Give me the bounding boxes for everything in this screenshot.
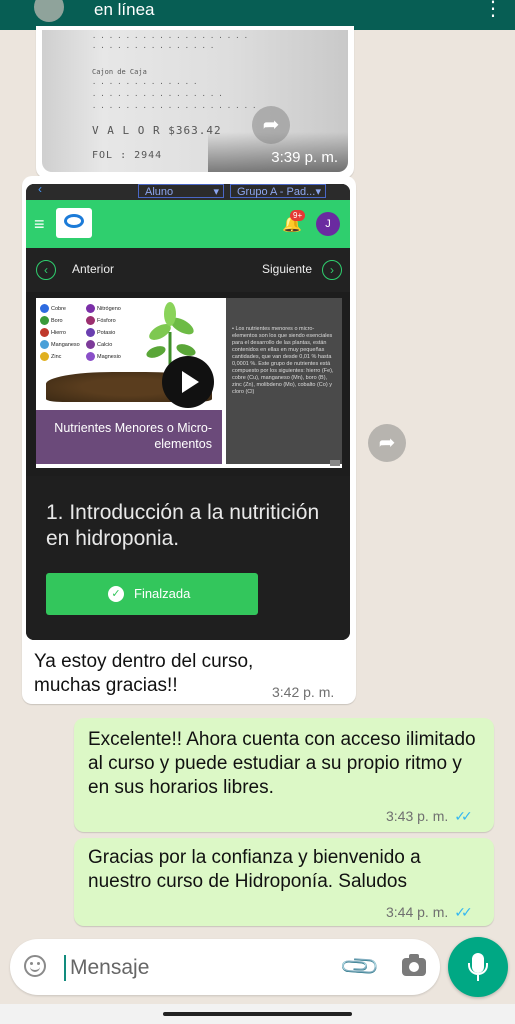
chevron-down-icon: ▾	[213, 186, 219, 198]
receipt-line: V A L O R $363.42	[92, 124, 222, 137]
chevron-right-icon: ›	[322, 260, 342, 280]
element-label: Fósforo	[86, 316, 116, 325]
message-text: Excelente!! Ahora cuenta con acceso ilim…	[88, 729, 476, 798]
mic-stand	[468, 963, 488, 975]
chevron-down-icon: ▾	[315, 186, 321, 198]
mic-button[interactable]	[448, 937, 508, 997]
system-nav-bar	[0, 1004, 515, 1024]
message-time: 3:44 p. m. ✓✓	[386, 904, 473, 921]
element-label: Cobre	[40, 304, 66, 313]
mic-leg	[477, 975, 479, 981]
message-text: Gracias por la confianza y bienvenido a …	[88, 847, 421, 892]
dropdown-label: Grupo A - Pad...	[237, 186, 316, 198]
slide-title: Nutrientes Menores o Micro-elementos	[54, 421, 212, 451]
message-text: Ya estoy dentro del curso, muchas gracia…	[34, 651, 254, 696]
message-composer: 📎	[10, 939, 440, 995]
receipt-line: FOL : 2944	[92, 150, 163, 161]
element-dot	[40, 316, 49, 325]
receipt-line: Cajon de Caja	[92, 68, 147, 76]
course-appbar: ≡ 🔔 9+ J	[26, 200, 350, 248]
course-screenshot[interactable]: ‹ Aluno ▾ Grupo A - Pad... ▾ ≡ 🔔 9+ J ‹ An…	[26, 184, 350, 640]
element-label: Nitrógeno	[86, 304, 121, 313]
menu-icon: ≡	[34, 214, 45, 234]
course-dropdown: Aluno ▾	[138, 184, 224, 198]
course-logo	[56, 208, 92, 238]
element-label: Potasio	[86, 328, 115, 337]
receipt-line: · · · · · · · · · · · · ·	[92, 80, 198, 88]
element-label: Hierro	[40, 328, 66, 337]
lesson-card: 1. Introducción a la nutritición en hidr…	[26, 476, 350, 640]
more-icon[interactable]: ⋮	[483, 0, 503, 21]
video-slide: Cobre Nitrógeno Boro Fósforo Hierro Pota…	[36, 298, 342, 468]
outgoing-message-bubble[interactable]: Excelente!! Ahora cuenta con acceso ilim…	[74, 718, 494, 832]
check-icon: ✓	[108, 586, 124, 602]
element-dot	[86, 316, 95, 325]
slide-text: • Los nutrientes menores o micro-element…	[232, 326, 334, 395]
lesson-nav: ‹ Anterior Siguiente ›	[26, 248, 350, 292]
course-topbar: ‹ Aluno ▾ Grupo A - Pad... ▾	[26, 184, 350, 200]
element-dot	[40, 352, 49, 361]
element-label: Manganeso	[40, 340, 80, 349]
dropdown-label: Aluno	[145, 186, 174, 198]
time-label: 3:43 p. m.	[386, 808, 449, 824]
notification-badge: 9+	[290, 210, 306, 221]
user-avatar: J	[316, 212, 340, 236]
element-dot	[86, 352, 95, 361]
course-dropdown: Grupo A - Pad... ▾	[230, 184, 326, 198]
forward-icon[interactable]: ➦	[368, 424, 406, 462]
element-dot	[40, 340, 49, 349]
contact-status: en línea	[94, 0, 155, 19]
completed-button: ✓ Finalzada	[46, 573, 258, 615]
element-label: Boro	[40, 316, 63, 325]
element-dot	[86, 304, 95, 313]
contact-avatar[interactable]	[34, 0, 64, 22]
nav-prev-label: Anterior	[72, 262, 115, 276]
nav-next-label: Siguiente	[262, 262, 313, 276]
element-label: Magnesio	[86, 352, 121, 361]
camera-icon[interactable]	[402, 954, 426, 976]
fullscreen-icon	[330, 460, 340, 466]
chevron-left-icon: ‹	[36, 260, 56, 280]
text-caret	[64, 955, 66, 981]
element-dot	[40, 304, 49, 313]
play-icon[interactable]	[162, 356, 214, 408]
back-icon: ‹	[38, 184, 42, 196]
double-check-icon: ✓✓	[454, 808, 473, 824]
completed-label: Finalzada	[134, 586, 191, 601]
message-time: 3:43 p. m. ✓✓	[386, 808, 473, 825]
slide-text-panel: • Los nutrientes menores o micro-element…	[226, 298, 342, 464]
emoji-icon[interactable]	[24, 955, 46, 977]
message-time: 3:39 p. m.	[271, 149, 338, 166]
attach-icon[interactable]: 📎	[338, 944, 383, 989]
receipt-line: · · · · · · · · · · · · · · · ·	[92, 92, 223, 100]
message-time: 3:42 p. m.	[272, 684, 335, 700]
receipt-line: · · · · · · · · · · · · · · · · · · ·	[92, 34, 248, 42]
time-label: 3:44 p. m.	[386, 904, 449, 920]
element-dot	[86, 328, 95, 337]
home-indicator[interactable]	[163, 1012, 352, 1016]
receipt-line: · · · · · · · · · · · · · · · · · · · ·	[92, 104, 257, 112]
element-label: Calcio	[86, 340, 112, 349]
outgoing-message-bubble[interactable]: Gracias por la confianza y bienvenido a …	[74, 838, 494, 926]
element-label: Zinc	[40, 352, 61, 361]
element-dot	[40, 328, 49, 337]
receipt-line: · · · · · · · · · · · · · · ·	[92, 44, 215, 52]
receipt-image[interactable]: · · · · · · · · · · · · · · · · · · · · …	[42, 30, 348, 172]
element-dot	[86, 340, 95, 349]
forward-icon[interactable]: ➦	[252, 106, 290, 144]
slide-title-box: Nutrientes Menores o Micro-elementos	[36, 410, 222, 464]
message-input[interactable]	[68, 949, 332, 987]
lesson-title: 1. Introducción a la nutritición en hidr…	[46, 501, 320, 550]
double-check-icon: ✓✓	[454, 904, 473, 920]
